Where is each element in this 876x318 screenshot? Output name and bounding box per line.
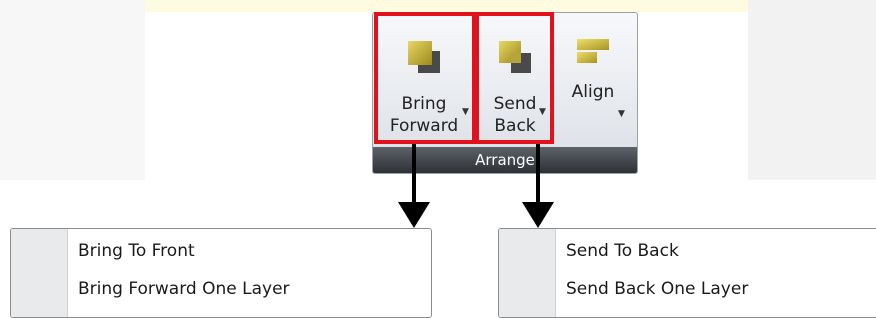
send-back-dropdown-icon[interactable]: ▼ (539, 107, 546, 117)
send-back-icon (499, 41, 531, 73)
bring-forward-icon (408, 41, 440, 73)
send-back-label-2: Back (494, 116, 536, 136)
bring-forward-label-1: Bring (401, 94, 447, 114)
bring-forward-label-2: Forward (389, 116, 459, 136)
background-right (748, 0, 876, 180)
bring-forward-menu: Bring To Front Bring Forward One Layer (10, 228, 432, 318)
menu-icon-gutter (11, 229, 68, 317)
send-back-arrow-line (536, 144, 540, 206)
send-back-menu: Send To Back Send Back One Layer (498, 228, 876, 318)
bring-forward-arrow-head (398, 202, 430, 228)
menu-icon-gutter (499, 229, 556, 317)
align-button[interactable]: Align (559, 19, 627, 143)
send-back-arrow-head (522, 202, 554, 228)
align-icon (577, 39, 609, 63)
align-label: Align (571, 82, 615, 102)
menu-item-bring-forward-one-layer[interactable]: Bring Forward One Layer (78, 279, 290, 299)
bring-forward-arrow-line (412, 144, 416, 206)
bring-forward-button[interactable]: Bring Forward (375, 19, 473, 143)
menu-item-bring-to-front[interactable]: Bring To Front (78, 241, 195, 261)
menu-item-send-back-one-layer[interactable]: Send Back One Layer (566, 279, 748, 299)
menu-item-send-to-back[interactable]: Send To Back (566, 241, 679, 261)
send-back-button[interactable]: Send Back (479, 19, 551, 143)
bring-forward-dropdown-icon[interactable]: ▼ (462, 107, 469, 117)
background-top-strip (145, 0, 748, 12)
align-dropdown-icon[interactable]: ▼ (618, 109, 625, 119)
background-left (0, 0, 145, 180)
